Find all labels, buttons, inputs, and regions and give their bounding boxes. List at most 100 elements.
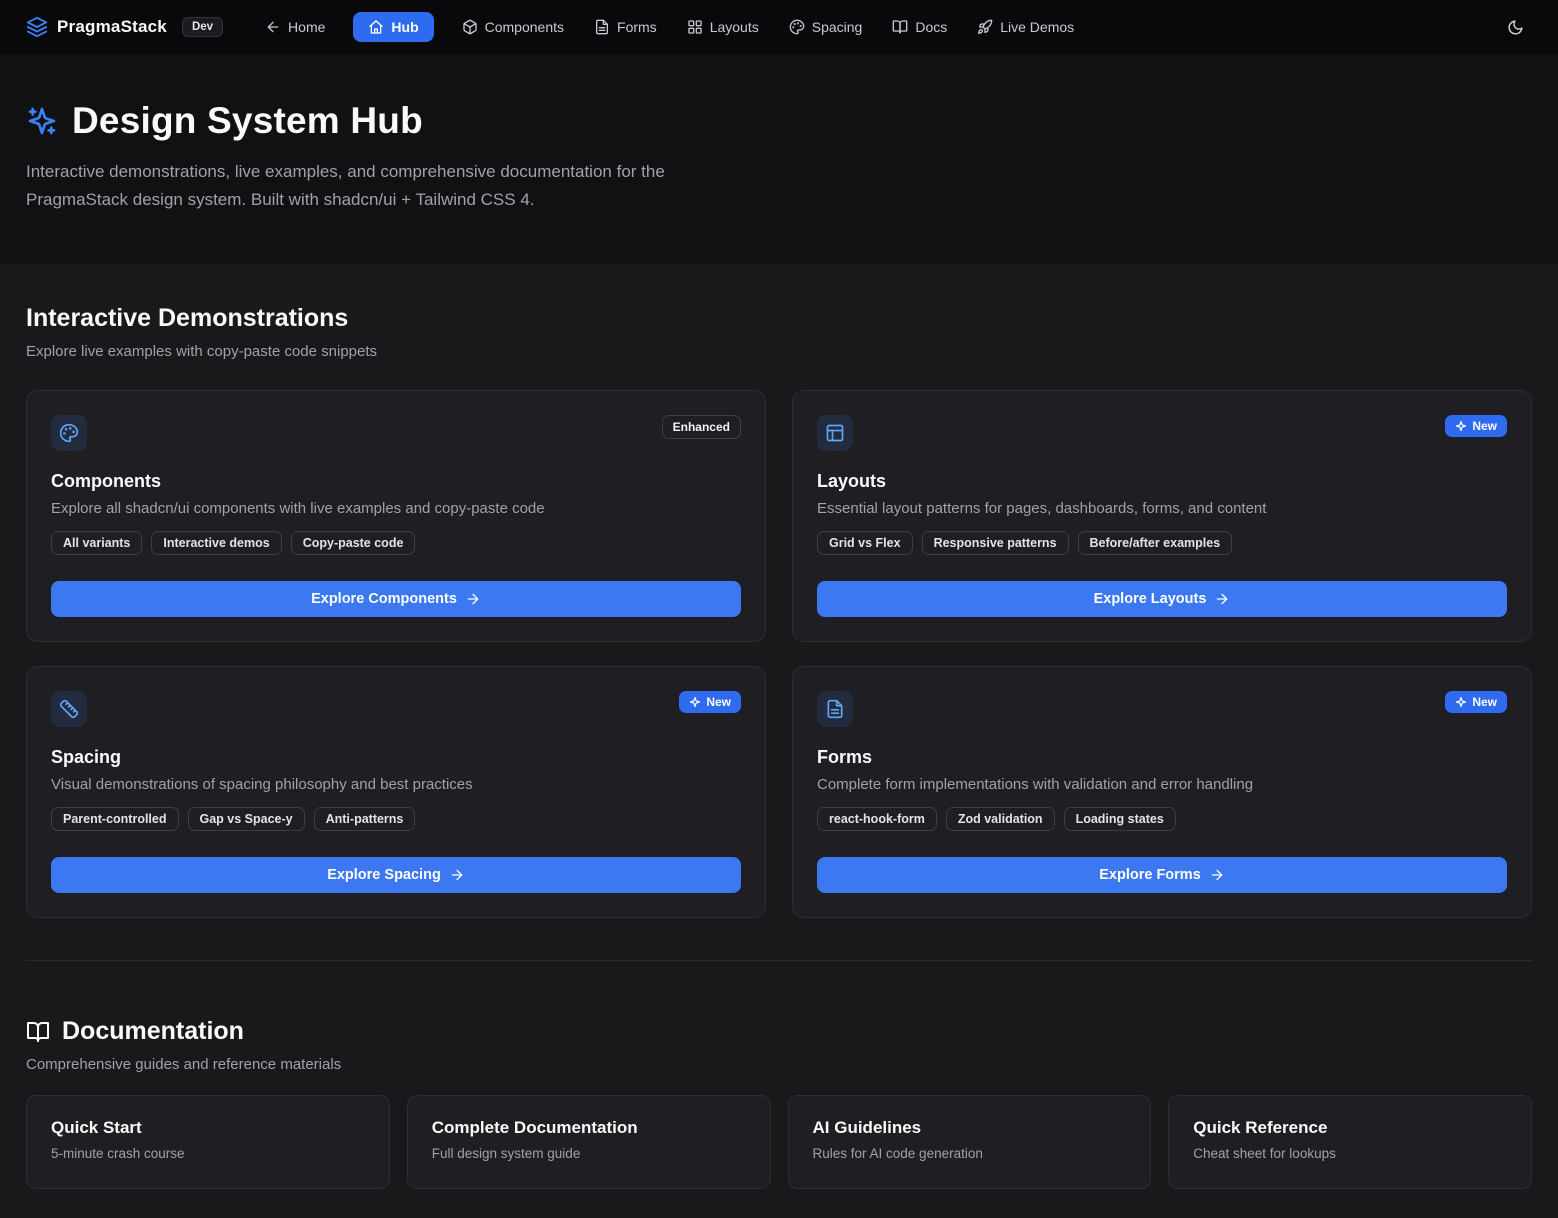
nav-item-spacing[interactable]: Spacing (787, 12, 865, 42)
card-title: Components (51, 471, 741, 492)
doc-card-description: Full design system guide (432, 1146, 746, 1161)
nav-item-label: Components (485, 19, 564, 35)
doc-card-title: AI Guidelines (813, 1118, 1127, 1138)
arrow-right-icon (465, 591, 481, 607)
tag-list: All variants Interactive demos Copy-past… (51, 531, 741, 555)
nav-item-forms[interactable]: Forms (592, 12, 659, 42)
doc-card-description: Cheat sheet for lookups (1193, 1146, 1507, 1161)
nav-item-docs[interactable]: Docs (890, 12, 949, 42)
palette-icon (51, 415, 87, 451)
arrow-right-icon (1214, 591, 1230, 607)
card-head: Enhanced (51, 415, 741, 451)
main-content: Interactive Demonstrations Explore live … (0, 264, 1558, 1209)
book-open-icon (26, 1020, 50, 1044)
cta-label: Explore Forms (1099, 867, 1201, 883)
home-icon (368, 19, 384, 35)
doc-card-description: 5-minute crash course (51, 1146, 365, 1161)
nav-item-components[interactable]: Components (460, 12, 566, 42)
rocket-icon (977, 19, 993, 35)
nav-item-home[interactable]: Home (263, 12, 327, 42)
tag: Anti-patterns (314, 807, 416, 831)
tag: Interactive demos (151, 531, 281, 555)
doc-card-complete-documentation[interactable]: Complete Documentation Full design syste… (407, 1095, 771, 1189)
doc-card-title: Complete Documentation (432, 1118, 746, 1138)
explore-spacing-button[interactable]: Explore Spacing (51, 857, 741, 893)
tag: Responsive patterns (922, 531, 1069, 555)
tag-list: Parent-controlled Gap vs Space-y Anti-pa… (51, 807, 741, 831)
tag: Gap vs Space-y (188, 807, 305, 831)
page-title: Design System Hub (72, 100, 423, 142)
documentation-heading: Documentation (26, 1017, 1532, 1046)
tag: All variants (51, 531, 142, 555)
new-badge: New (1445, 691, 1507, 713)
demo-card-layouts: New Layouts Essential layout patterns fo… (792, 390, 1532, 642)
explore-forms-button[interactable]: Explore Forms (817, 857, 1507, 893)
documentation-subtitle: Comprehensive guides and reference mater… (26, 1056, 1532, 1073)
file-text-icon (594, 19, 610, 35)
card-head: New (817, 415, 1507, 451)
explore-layouts-button[interactable]: Explore Layouts (817, 581, 1507, 617)
sparkles-icon (1455, 696, 1467, 708)
hero-subtitle: Interactive demonstrations, live example… (26, 158, 771, 214)
doc-grid: Quick Start 5-minute crash course Comple… (26, 1095, 1532, 1189)
tag: Copy-paste code (291, 531, 416, 555)
top-navbar: PragmaStack Dev Home Hub Components Form… (0, 0, 1558, 54)
layout-grid-icon (687, 19, 703, 35)
cta-label: Explore Layouts (1094, 591, 1207, 607)
layers-logo-icon (26, 16, 48, 38)
sparkles-icon (689, 696, 701, 708)
nav-item-label: Docs (915, 19, 947, 35)
demo-card-forms: New Forms Complete form implementations … (792, 666, 1532, 918)
nav-item-label: Live Demos (1000, 19, 1074, 35)
theme-toggle-button[interactable] (1498, 10, 1532, 44)
demos-section: Interactive Demonstrations Explore live … (26, 304, 1532, 918)
cta-label: Explore Components (311, 591, 457, 607)
cta-label: Explore Spacing (327, 867, 441, 883)
demo-grid: Enhanced Components Explore all shadcn/u… (26, 390, 1532, 918)
doc-card-title: Quick Start (51, 1118, 365, 1138)
main-nav: Home Hub Components Forms Layouts Spacin… (263, 12, 1076, 42)
moon-icon (1507, 19, 1524, 36)
nav-item-label: Hub (391, 19, 418, 35)
explore-components-button[interactable]: Explore Components (51, 581, 741, 617)
nav-item-layouts[interactable]: Layouts (685, 12, 761, 42)
dev-badge: Dev (182, 17, 223, 37)
arrow-left-icon (265, 19, 281, 35)
card-title: Forms (817, 747, 1507, 768)
brand[interactable]: PragmaStack Dev (26, 16, 223, 38)
file-text-icon (817, 691, 853, 727)
nav-item-hub[interactable]: Hub (353, 12, 433, 42)
doc-card-ai-guidelines[interactable]: AI Guidelines Rules for AI code generati… (788, 1095, 1152, 1189)
tag-list: Grid vs Flex Responsive patterns Before/… (817, 531, 1507, 555)
section-divider (26, 960, 1532, 961)
badge-label: New (1472, 695, 1497, 709)
nav-item-label: Forms (617, 19, 657, 35)
demos-section-subtitle: Explore live examples with copy-paste co… (26, 343, 1532, 360)
brand-name: PragmaStack (57, 17, 167, 37)
new-badge: New (679, 691, 741, 713)
doc-card-description: Rules for AI code generation (813, 1146, 1127, 1161)
card-description: Visual demonstrations of spacing philoso… (51, 776, 741, 793)
nav-right (1498, 10, 1532, 44)
tag: Grid vs Flex (817, 531, 913, 555)
documentation-title: Documentation (62, 1017, 244, 1046)
doc-card-quick-reference[interactable]: Quick Reference Cheat sheet for lookups (1168, 1095, 1532, 1189)
badge-label: New (706, 695, 731, 709)
card-description: Essential layout patterns for pages, das… (817, 500, 1507, 517)
documentation-section: Documentation Comprehensive guides and r… (26, 1017, 1532, 1189)
sparkles-icon (26, 105, 58, 137)
new-badge: New (1445, 415, 1507, 437)
demos-section-title: Interactive Demonstrations (26, 304, 1532, 333)
card-description: Explore all shadcn/ui components with li… (51, 500, 741, 517)
nav-item-label: Spacing (812, 19, 863, 35)
book-open-icon (892, 19, 908, 35)
box-icon (462, 19, 478, 35)
nav-item-live-demos[interactable]: Live Demos (975, 12, 1076, 42)
arrow-right-icon (1209, 867, 1225, 883)
tag: Parent-controlled (51, 807, 179, 831)
doc-card-quick-start[interactable]: Quick Start 5-minute crash course (26, 1095, 390, 1189)
badge-label: New (1472, 419, 1497, 433)
enhanced-badge: Enhanced (662, 415, 741, 439)
card-title: Spacing (51, 747, 741, 768)
sparkles-icon (1455, 420, 1467, 432)
